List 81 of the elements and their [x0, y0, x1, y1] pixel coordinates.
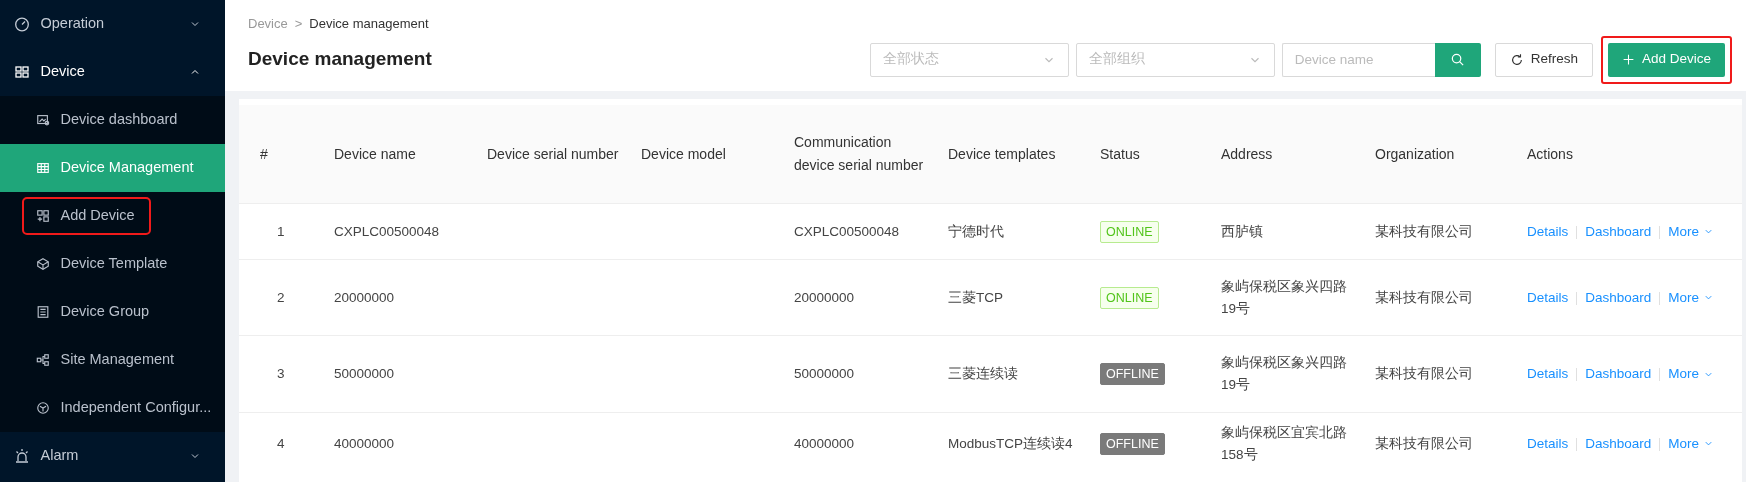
nav-item[interactable]: Site Management: [36, 343, 183, 377]
table-cell: 某科技有限公司: [1375, 289, 1473, 305]
select-field[interactable]: 全部组织: [1075, 42, 1275, 77]
table-cell: 三菱连续读: [948, 366, 1018, 382]
action-link[interactable]: Dashboard: [1585, 436, 1652, 452]
column-header: Device name: [324, 104, 477, 204]
table-cell: 50000000: [794, 366, 855, 382]
gauge-icon: [14, 16, 30, 32]
plus-icon: [1621, 53, 1635, 66]
table-cell: 40000000: [334, 436, 395, 452]
grid-icon: [14, 64, 30, 80]
nav-item[interactable]: Device Template: [36, 247, 176, 281]
status-badge: ONLINE: [1100, 286, 1159, 309]
refresh-button[interactable]: Refresh: [1494, 42, 1593, 77]
search-icon: [1450, 52, 1466, 67]
table-cell: 20000000: [794, 289, 855, 305]
list-icon: [36, 305, 50, 319]
column-header: Device templates: [938, 104, 1090, 204]
nav-group[interactable]: Alarm: [0, 432, 225, 480]
table-icon: [36, 161, 50, 175]
row-number: 2: [277, 289, 285, 305]
nav-group[interactable]: Operation: [0, 0, 225, 48]
add-device-button[interactable]: Add Device: [1607, 42, 1725, 77]
alarm-icon: [14, 448, 30, 464]
table-cell: 20000000: [334, 289, 395, 305]
search-button[interactable]: [1434, 42, 1481, 77]
more-dropdown[interactable]: More: [1668, 433, 1714, 455]
action-link[interactable]: Details: [1527, 223, 1569, 239]
action-link[interactable]: Details: [1527, 289, 1569, 305]
table-cell: 40000000: [794, 436, 855, 452]
breadcrumb-separator: >: [294, 15, 303, 33]
status-badge: OFFLINE: [1100, 432, 1165, 455]
nav-item[interactable]: Device dashboard: [36, 103, 186, 137]
add-grid-icon: [36, 209, 50, 223]
search-field[interactable]: Device name: [1281, 42, 1435, 77]
table-cell: 宁德时代: [948, 223, 1004, 239]
table-cell: 西胪镇: [1221, 223, 1263, 239]
nav-item[interactable]: Independent Configur...: [36, 391, 220, 425]
action-link[interactable]: Details: [1527, 366, 1569, 382]
action-link[interactable]: Dashboard: [1585, 289, 1652, 305]
table-cell: ModbusTCP连续读4: [948, 436, 1073, 452]
breadcrumb-current: Device management: [309, 15, 429, 33]
action-link[interactable]: Dashboard: [1585, 366, 1652, 382]
breadcrumb-link[interactable]: Device: [248, 14, 288, 34]
column-header: #: [239, 104, 324, 204]
table-cell: 某科技有限公司: [1375, 436, 1473, 452]
network-icon: [36, 353, 50, 367]
page-title: Device management: [248, 47, 432, 72]
column-header: Address: [1211, 104, 1365, 204]
row-number: 1: [277, 223, 285, 239]
column-header: Device serial number: [477, 104, 631, 204]
nav-group[interactable]: Device: [0, 48, 225, 96]
table-cell: CXPLC00500048: [794, 223, 900, 239]
status-badge: OFFLINE: [1100, 363, 1165, 386]
action-link[interactable]: Details: [1527, 436, 1569, 452]
nav-item[interactable]: Add Device: [24, 199, 149, 233]
column-header: Communication device serial number: [784, 104, 938, 204]
nav-item[interactable]: Device Group: [36, 295, 158, 329]
column-header: Organization: [1365, 104, 1517, 204]
table-cell: 某科技有限公司: [1375, 223, 1473, 239]
refresh-icon: [1509, 52, 1524, 67]
table-cell: CXPLC00500048: [334, 223, 440, 239]
table-cell: 三菱TCP: [948, 289, 1003, 305]
cube-icon: [36, 257, 50, 271]
column-header: Device model: [631, 104, 784, 204]
table-cell: 某科技有限公司: [1375, 366, 1473, 382]
monitor-icon: [36, 113, 50, 127]
table-cell: 象屿保税区象兴四路19号: [1221, 355, 1347, 393]
column-header: Actions: [1517, 104, 1742, 204]
row-number: 3: [277, 366, 285, 382]
table-cell: 50000000: [334, 366, 395, 382]
more-dropdown[interactable]: More: [1668, 363, 1714, 385]
column-header: Status: [1090, 104, 1211, 204]
table-cell: 象屿保税区宜宾北路158号: [1221, 425, 1347, 462]
more-dropdown[interactable]: More: [1668, 220, 1714, 243]
row-number: 4: [277, 436, 285, 452]
action-link[interactable]: Dashboard: [1585, 223, 1652, 239]
status-badge: ONLINE: [1100, 220, 1159, 243]
table-cell: 象屿保税区象兴四路19号: [1221, 279, 1347, 316]
select-field[interactable]: 全部状态: [869, 42, 1069, 77]
more-dropdown[interactable]: More: [1668, 286, 1714, 309]
